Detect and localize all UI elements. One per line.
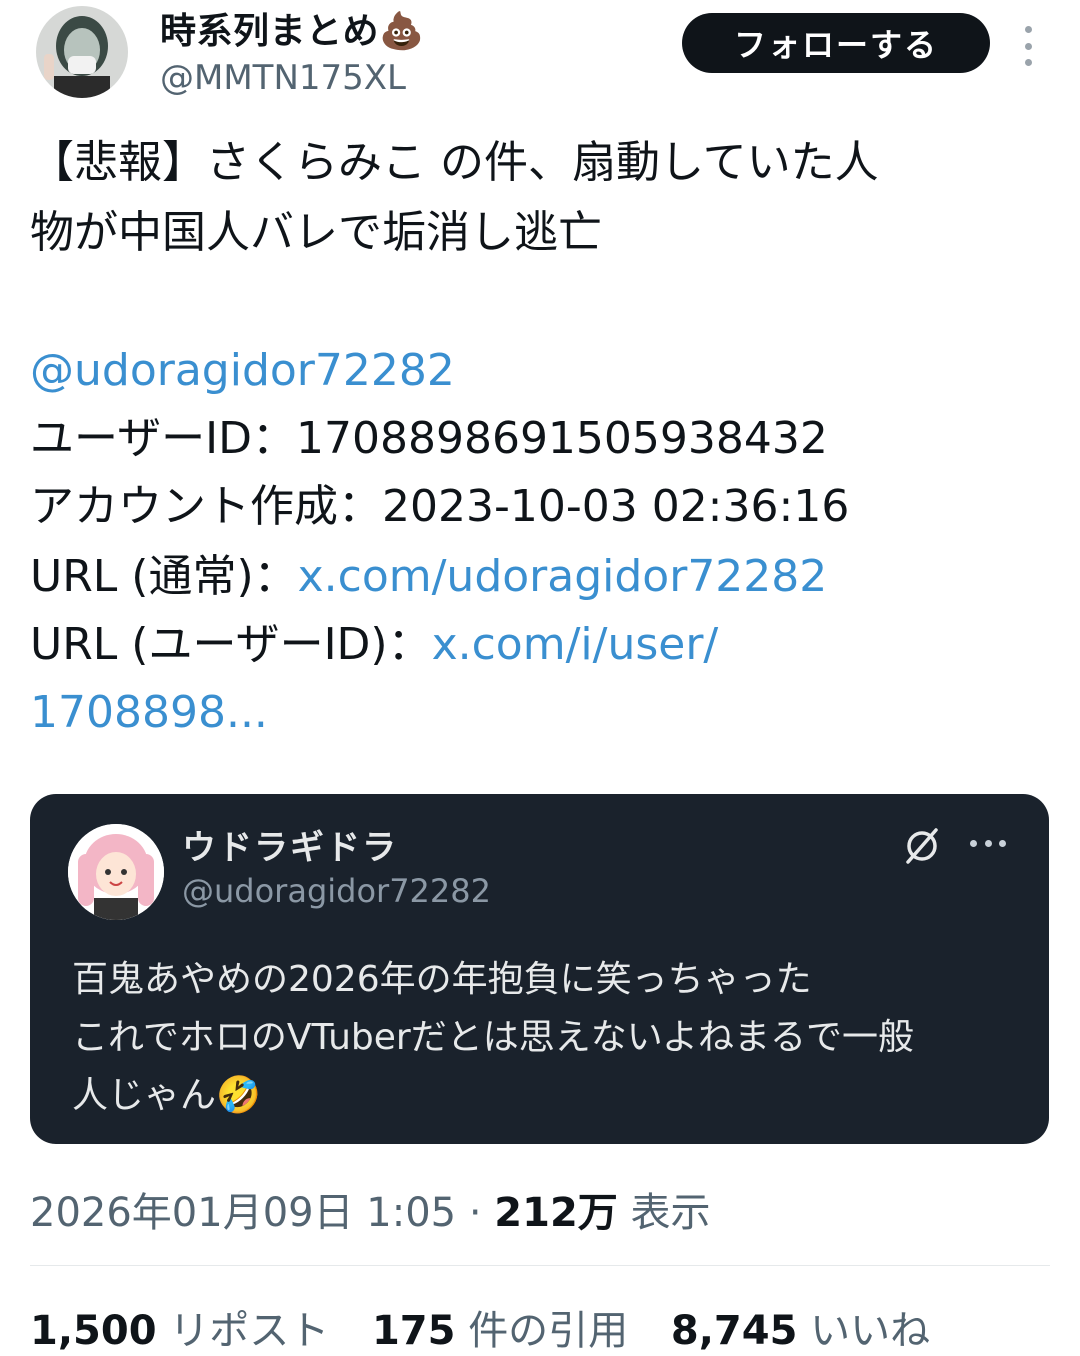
quoted-text-line-2: これでホロのVTuberだとは思えないよねまるで一般: [72, 1017, 914, 1058]
tweet-timestamp[interactable]: 2026年01月09日 1:05: [30, 1190, 456, 1236]
url-id-label: URL (ユーザーID)：: [30, 619, 432, 670]
mention-link[interactable]: @udoragidor72282: [30, 336, 455, 406]
display-name-text: 時系列まとめ: [160, 11, 380, 52]
quoted-text-line-3-text: 人じゃん: [72, 1075, 217, 1116]
tweet-meta: 2026年01月09日 1:05 · 212万 表示: [30, 1180, 711, 1238]
views-count: 212万: [494, 1190, 618, 1236]
avatar[interactable]: [36, 6, 128, 98]
quotes-stat[interactable]: 175 件の引用: [372, 1298, 628, 1356]
quoted-text-line-1: 百鬼あやめの2026年の年抱負に笑っちゃった: [72, 959, 812, 1000]
url-normal-link[interactable]: x.com/udoragidor72282: [298, 551, 828, 602]
display-name[interactable]: 時系列まとめ💩: [160, 2, 424, 54]
tweet-text-line-2: 物が中国人バレで垢消し逃亡: [30, 207, 602, 258]
engagement-stats: 1,500 リポスト 175 件の引用 8,745 いいね: [30, 1298, 960, 1356]
user-handle[interactable]: @MMTN175XL: [160, 58, 406, 98]
quoted-more-icon[interactable]: [970, 840, 1006, 850]
reposts-label: リポスト: [169, 1308, 330, 1354]
user-id-value: 1708898691505938432: [295, 413, 828, 464]
account-created-row: アカウント作成：2023-10-03 02:36:16: [30, 472, 849, 542]
avatar-image: [36, 6, 128, 98]
views-label: 表示: [630, 1190, 711, 1236]
quoted-text-line-3: 人じゃん🤣: [72, 1066, 261, 1118]
quotes-label: 件の引用: [468, 1308, 629, 1354]
user-id-row: ユーザーID：1708898691505938432: [30, 404, 828, 474]
quoted-handle[interactable]: @udoragidor72282: [182, 872, 491, 910]
likes-label: いいね: [810, 1308, 931, 1354]
quoted-display-name[interactable]: ウドラギドラ: [182, 820, 398, 869]
quotes-count: 175: [371, 1308, 456, 1354]
likes-stat[interactable]: 8,745 いいね: [671, 1298, 930, 1356]
divider: [30, 1265, 1050, 1266]
follow-button[interactable]: フォローする: [682, 13, 990, 73]
more-options-icon[interactable]: [1018, 26, 1038, 66]
url-normal-row: URL (通常)：x.com/udoragidor72282: [30, 542, 827, 612]
account-created-value: 2023-10-03 02:36:16: [382, 481, 850, 532]
anime-avatar-image: [68, 824, 164, 920]
account-created-label: アカウント作成：: [30, 481, 382, 532]
quoted-avatar[interactable]: [68, 824, 164, 920]
url-id-link-continued[interactable]: 1708898...: [30, 678, 268, 748]
user-id-label: ユーザーID：: [30, 413, 296, 464]
url-id-row: URL (ユーザーID)：x.com/i/user/: [30, 610, 718, 680]
url-normal-label: URL (通常)：: [30, 551, 298, 602]
tweet-text-line-1: 【悲報】さくらみこ の件、扇動していた人: [30, 137, 879, 188]
reposts-stat[interactable]: 1,500 リポスト: [30, 1298, 329, 1356]
rofl-emoji-icon: 🤣: [216, 1075, 261, 1116]
url-id-link[interactable]: x.com/i/user/: [432, 619, 719, 670]
grok-icon[interactable]: [902, 826, 942, 866]
likes-count: 8,745: [670, 1308, 798, 1354]
reposts-count: 1,500: [30, 1308, 157, 1354]
quoted-tweet-card[interactable]: ウドラギドラ @udoragidor72282 百鬼あやめの2026年の年抱負に…: [30, 794, 1049, 1144]
meta-separator: ·: [468, 1190, 482, 1236]
poop-emoji-icon: 💩: [379, 11, 425, 52]
